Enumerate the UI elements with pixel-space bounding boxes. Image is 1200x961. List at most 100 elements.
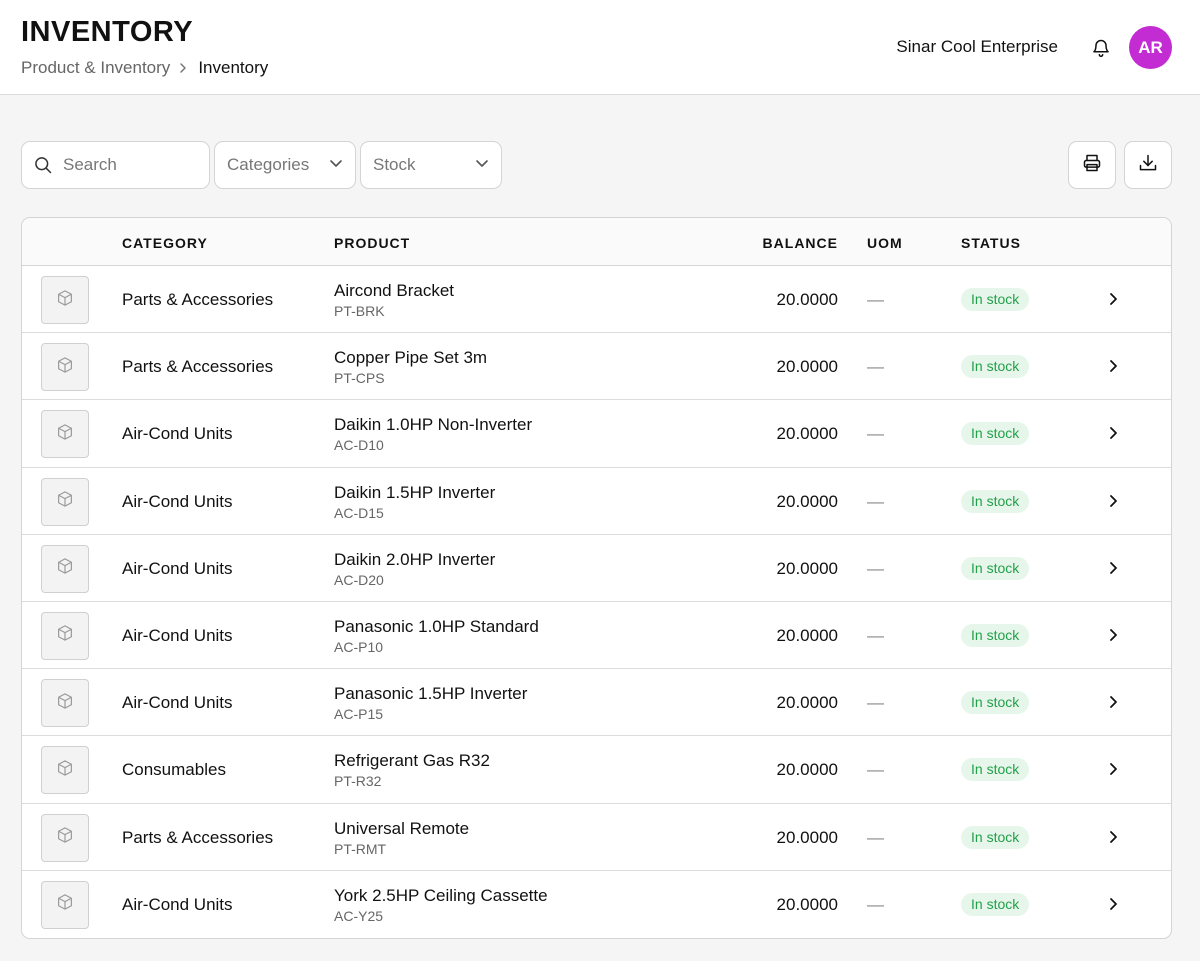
chevron-right-icon[interactable] [1104,492,1122,510]
status-badge: In stock [961,422,1030,446]
row-uom: — [867,693,884,713]
bell-icon[interactable] [1089,36,1113,60]
status-badge: In stock [961,556,1030,580]
table-row[interactable]: Air-Cond Units Panasonic 1.5HP Inverter … [22,669,1171,737]
table-row[interactable]: Parts & Accessories Universal Remote PT-… [22,804,1171,871]
product-thumbnail [41,477,89,526]
chevron-right-icon[interactable] [1104,895,1122,913]
categories-dropdown[interactable]: Categories [214,141,356,189]
chevron-down-icon [329,156,343,175]
row-product-name: Daikin 1.0HP Non-Inverter [334,415,533,435]
inventory-table: CATEGORY PRODUCT BALANCE UOM STATUS Part… [21,217,1172,939]
breadcrumb-current: Inventory [198,58,269,77]
avatar[interactable]: AR [1129,26,1172,69]
product-thumbnail [41,880,89,929]
table-row[interactable]: Air-Cond Units Daikin 1.5HP Inverter AC-… [22,468,1171,535]
status-badge: In stock [961,623,1030,647]
chevron-right-icon[interactable] [1104,357,1122,375]
row-product-code: AC-D15 [334,504,384,521]
product-thumbnail [41,813,89,862]
chevron-right-icon [178,62,188,74]
chevron-right-icon[interactable] [1104,626,1122,644]
print-button[interactable] [1068,141,1116,189]
chevron-right-icon[interactable] [1104,693,1122,711]
box-icon [56,490,74,513]
row-balance: 20.0000 [776,558,838,578]
row-category: Parts & Accessories [122,827,274,847]
stock-dropdown[interactable]: Stock [360,141,502,189]
table-row[interactable]: Air-Cond Units Daikin 2.0HP Inverter AC-… [22,535,1171,602]
column-header-uom: UOM [867,235,903,251]
table-row[interactable]: Parts & Accessories Aircond Bracket PT-B… [22,266,1171,334]
printer-icon [1082,153,1102,178]
row-balance: 20.0000 [776,760,838,780]
row-balance: 20.0000 [776,625,838,645]
row-category: Air-Cond Units [122,558,233,578]
search-icon [33,155,53,175]
company-name: Sinar Cool Enterprise [896,37,1058,56]
box-icon [56,356,74,379]
row-uom: — [867,424,884,444]
row-product-code: AC-P15 [334,706,384,723]
download-button[interactable] [1124,141,1172,189]
chevron-right-icon[interactable] [1104,424,1122,442]
table-row[interactable]: Air-Cond Units York 2.5HP Ceiling Casset… [22,871,1171,938]
breadcrumb: Product & Inventory Inventory [21,58,268,78]
row-product-name: Copper Pipe Set 3m [334,348,488,368]
chevron-right-icon[interactable] [1104,290,1122,308]
row-uom: — [867,558,884,578]
product-thumbnail [41,410,89,459]
row-product-name: Refrigerant Gas R32 [334,751,490,771]
row-product-name: York 2.5HP Ceiling Cassette [334,885,548,905]
box-icon [56,557,74,580]
product-thumbnail [41,343,89,392]
download-icon [1138,153,1158,178]
row-product-code: PT-CPS [334,370,385,387]
product-thumbnail [41,679,89,728]
chevron-right-icon[interactable] [1104,559,1122,577]
column-header-category: CATEGORY [122,235,208,251]
row-balance: 20.0000 [776,491,838,511]
row-uom: — [867,290,884,309]
row-category: Consumables [122,760,226,780]
table-body: Parts & Accessories Aircond Bracket PT-B… [22,266,1171,938]
table-row[interactable]: Air-Cond Units Daikin 1.0HP Non-Inverter… [22,400,1171,468]
chevron-right-icon[interactable] [1104,828,1122,846]
row-product-code: AC-P10 [334,638,384,655]
search-field[interactable] [21,141,210,189]
row-category: Parts & Accessories [122,290,274,309]
status-badge: In stock [961,489,1030,513]
box-icon [56,759,74,782]
top-header: INVENTORY Product & Inventory Inventory … [0,0,1200,95]
status-badge: In stock [961,691,1030,715]
row-product-code: PT-R32 [334,773,382,790]
row-category: Air-Cond Units [122,491,233,511]
product-thumbnail [41,611,89,660]
row-product-code: AC-Y25 [334,907,384,924]
row-category: Air-Cond Units [122,424,233,444]
row-product-code: AC-D20 [334,571,384,588]
column-header-product: PRODUCT [334,235,411,251]
column-header-status: STATUS [961,235,1021,251]
row-product-name: Universal Remote [334,818,470,838]
table-header: CATEGORY PRODUCT BALANCE UOM STATUS [22,218,1171,266]
row-product-name: Aircond Bracket [334,281,454,300]
box-icon [56,289,74,312]
chevron-down-icon [475,156,489,175]
search-input[interactable] [63,155,193,175]
row-product-code: AC-D10 [334,437,384,454]
breadcrumb-parent-link[interactable]: Product & Inventory [21,58,170,78]
box-icon [56,893,74,916]
row-uom: — [867,357,884,377]
table-row[interactable]: Air-Cond Units Panasonic 1.0HP Standard … [22,602,1171,670]
row-balance: 20.0000 [776,424,838,444]
chevron-right-icon[interactable] [1104,760,1122,778]
box-icon [56,826,74,849]
status-badge: In stock [961,758,1030,782]
status-badge: In stock [961,355,1030,379]
table-row[interactable]: Parts & Accessories Copper Pipe Set 3m P… [22,333,1171,401]
product-thumbnail [41,544,89,593]
stock-dropdown-label: Stock [373,155,416,174]
row-category: Air-Cond Units [122,693,233,713]
table-row[interactable]: Consumables Refrigerant Gas R32 PT-R32 2… [22,736,1171,804]
